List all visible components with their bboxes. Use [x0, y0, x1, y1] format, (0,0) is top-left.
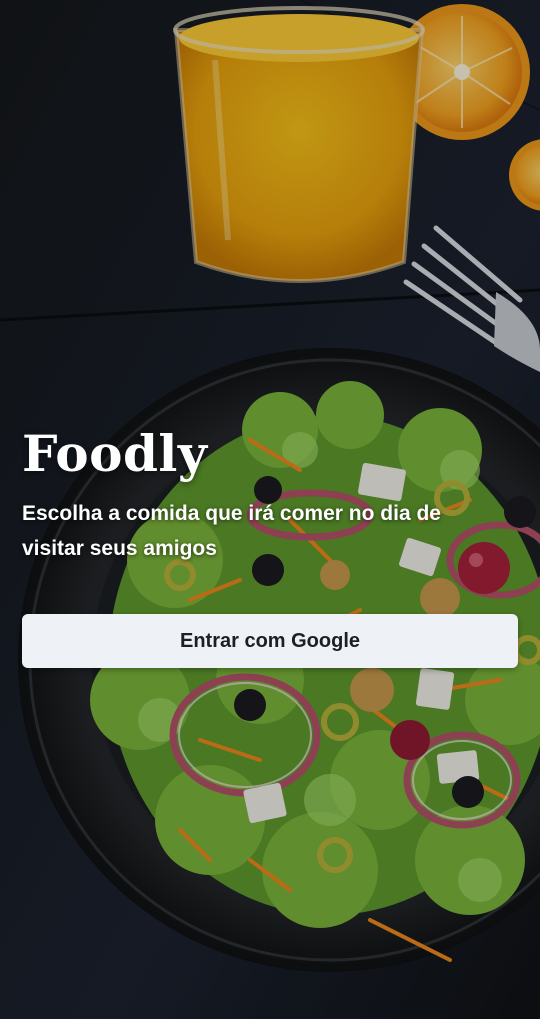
app-tagline: Escolha a comida que irá comer no dia de… — [22, 502, 441, 560]
app-title: Foodly — [22, 424, 208, 483]
google-login-button[interactable]: Entrar com Google — [22, 614, 518, 668]
